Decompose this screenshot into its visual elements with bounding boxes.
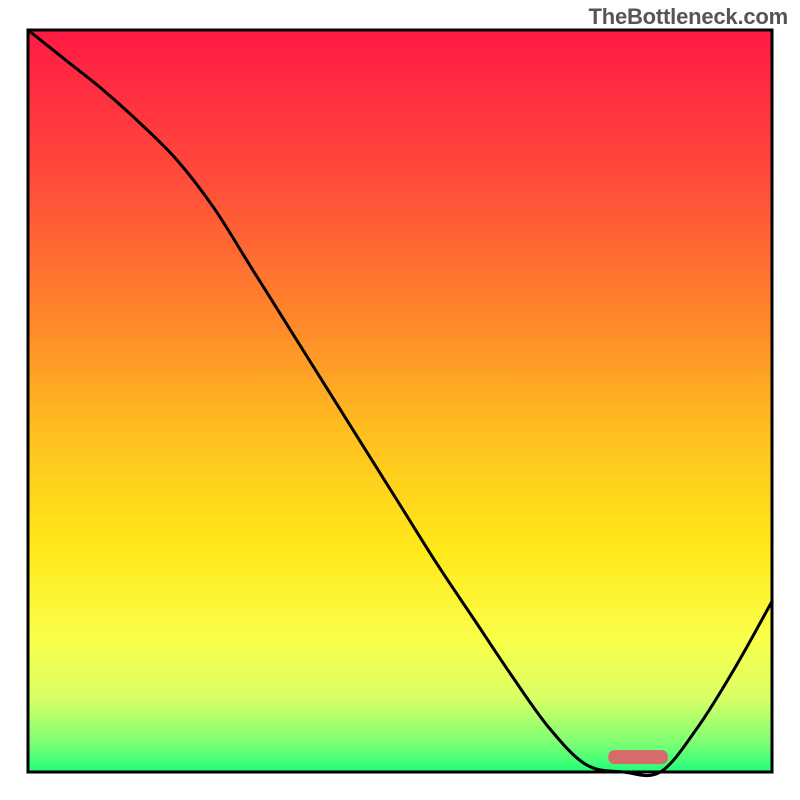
optimal-range-marker [608, 750, 668, 764]
bottleneck-curve-chart [0, 0, 800, 800]
gradient-background [28, 30, 772, 772]
watermark-text: TheBottleneck.com [588, 4, 788, 30]
chart-container: { "watermark": "TheBottleneck.com", "cha… [0, 0, 800, 800]
